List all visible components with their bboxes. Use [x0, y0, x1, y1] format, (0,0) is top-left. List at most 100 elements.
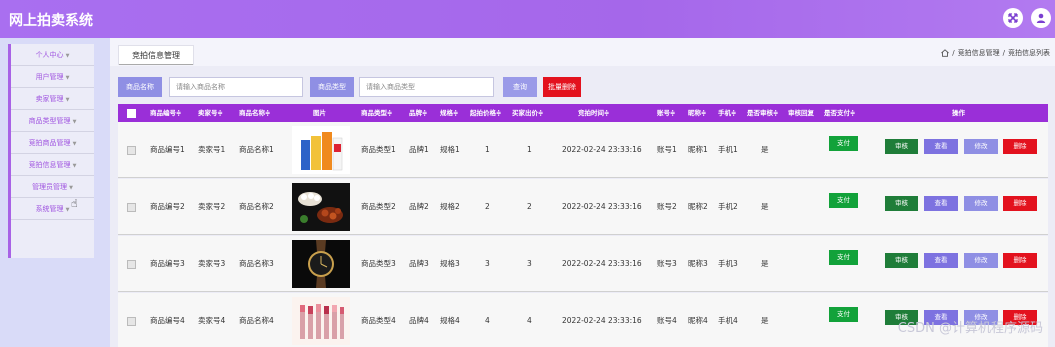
row-checkbox[interactable] [127, 317, 136, 326]
batch-delete-button[interactable]: 批量删除 [543, 77, 581, 97]
cell-bid-time: 2022-02-24 23:33:16 [562, 145, 642, 154]
sort-icon: ≑ [387, 109, 393, 117]
sort-icon: ≑ [850, 109, 856, 117]
cell-seller-bid: 1 [527, 145, 532, 154]
user-icon[interactable] [1031, 8, 1051, 28]
select-all-checkbox[interactable] [127, 109, 136, 118]
home-icon[interactable] [941, 49, 950, 57]
table-row: 商品编号2 卖家号2 商品名称2 商品类型2 品牌2 规格2 2 2 2022-… [118, 179, 1048, 235]
header-paid[interactable]: 是否支付≑ [824, 104, 855, 122]
sidebar-item-auction-products[interactable]: 竞拍商品管理 ▼ [11, 132, 94, 154]
cell-seller-bid: 2 [527, 202, 532, 211]
cell-audited: 是 [761, 145, 769, 154]
header-nickname[interactable]: 昵称≑ [688, 104, 706, 122]
header-bid-time[interactable]: 竞拍时间≑ [578, 104, 609, 122]
chevron-down-icon: ▼ [65, 97, 70, 103]
pay-button[interactable]: 支付 [829, 193, 858, 208]
header-product-no[interactable]: 商品编号≑ [150, 104, 181, 122]
header-label: 品牌 [409, 109, 422, 117]
chevron-down-icon: ▼ [72, 163, 77, 169]
delete-button[interactable]: 删除 [1003, 253, 1037, 268]
cell-nickname: 昵称3 [688, 259, 708, 268]
chevron-down-icon: ▼ [69, 185, 73, 191]
breadcrumb-level1[interactable]: 竞拍信息管理 [958, 48, 1000, 58]
header-label: 卖家号 [198, 109, 218, 117]
pay-button[interactable]: 支付 [829, 307, 858, 322]
product-image [292, 126, 350, 174]
sidebar-item-system[interactable]: 系统管理 ▼ [11, 198, 94, 220]
row-checkbox[interactable] [127, 146, 136, 155]
cell-start-price: 4 [485, 316, 490, 325]
header-phone[interactable]: 手机≑ [718, 104, 736, 122]
edit-button[interactable]: 修改 [964, 196, 998, 211]
sidebar-item-sellers[interactable]: 卖家管理 ▼ [11, 88, 94, 110]
pay-button[interactable]: 支付 [829, 136, 858, 151]
expand-icon[interactable] [1003, 8, 1023, 28]
view-button[interactable]: 查看 [924, 196, 958, 211]
audit-button[interactable]: 审核 [885, 253, 918, 268]
header-label: 手机 [718, 109, 731, 117]
tab-auction-info[interactable]: 竞拍信息管理 [118, 45, 194, 65]
sidebar-item-product-types[interactable]: 商品类型管理 ▼ [11, 110, 94, 132]
sort-icon: ≑ [701, 109, 707, 117]
table-row: 商品编号1 卖家号1 商品名称1 商品类型1 品牌1 规格1 1 1 2022-… [118, 122, 1048, 178]
header-spec[interactable]: 规格≑ [440, 104, 458, 122]
header-seller-no[interactable]: 卖家号≑ [198, 104, 223, 122]
view-button[interactable]: 查看 [924, 253, 958, 268]
sidebar-item-personal-center[interactable]: 个人中心 ▼ [11, 44, 94, 66]
product-name-input[interactable]: 请输入商品名称 [169, 77, 303, 97]
row-checkbox[interactable] [127, 260, 136, 269]
cell-seller-bid: 3 [527, 259, 532, 268]
edit-button[interactable]: 修改 [964, 139, 998, 154]
header-brand[interactable]: 品牌≑ [409, 104, 427, 122]
cell-start-price: 1 [485, 145, 490, 154]
expand-icon-glyph [1008, 13, 1018, 23]
sidebar: 个人中心 ▼ 用户管理 ▼ 卖家管理 ▼ 商品类型管理 ▼ 竞拍商品管理 ▼ 竞拍信息管理… [0, 38, 110, 347]
chevron-down-icon: ▼ [72, 141, 77, 147]
sidebar-item-auction-info[interactable]: 竞拍信息管理 ▼ [11, 154, 94, 176]
sidebar-item-admins[interactable]: 管理员管理 ▼ [11, 176, 94, 198]
cell-bid-time: 2022-02-24 23:33:16 [562, 259, 642, 268]
search-bar: 商品名称 请输入商品名称 商品类型 请输入商品类型 查询 批量删除 [118, 77, 1048, 97]
header-account[interactable]: 账号≑ [657, 104, 675, 122]
row-checkbox[interactable] [127, 203, 136, 212]
cell-phone: 手机2 [718, 202, 738, 211]
header-image: 图片 [313, 109, 326, 117]
cell-brand: 品牌1 [409, 145, 429, 154]
pay-button[interactable]: 支付 [829, 250, 858, 265]
cell-product-name: 商品名称4 [239, 316, 274, 325]
header-label: 规格 [440, 109, 453, 117]
cell-account: 账号4 [657, 316, 677, 325]
cell-spec: 规格3 [440, 259, 460, 268]
watermark: CSDN @计算机程序源码 [897, 321, 1043, 336]
product-image [292, 183, 350, 231]
header-label: 账号 [657, 109, 670, 117]
header-audit-reply: 审核回复 [788, 109, 814, 117]
cell-seller-no: 卖家号4 [198, 316, 226, 325]
cell-brand: 品牌2 [409, 202, 429, 211]
sidebar-menu: 个人中心 ▼ 用户管理 ▼ 卖家管理 ▼ 商品类型管理 ▼ 竞拍商品管理 ▼ 竞拍信息管理… [8, 44, 94, 258]
header-audited[interactable]: 是否审核≑ [747, 104, 778, 122]
query-button[interactable]: 查询 [503, 77, 537, 97]
cell-spec: 规格2 [440, 202, 460, 211]
sort-icon: ≑ [604, 109, 610, 117]
sidebar-item-label: 系统管理 [35, 205, 64, 213]
product-type-input[interactable]: 请输入商品类型 [359, 77, 494, 97]
header-product-name[interactable]: 商品名称≑ [239, 104, 270, 122]
audit-button[interactable]: 审核 [885, 139, 918, 154]
edit-button[interactable]: 修改 [964, 253, 998, 268]
audit-button[interactable]: 审核 [885, 196, 918, 211]
chevron-down-icon: ▼ [65, 53, 70, 59]
header-start-price[interactable]: 起拍价格≑ [470, 104, 501, 122]
header-seller-bid[interactable]: 买家出价≑ [512, 104, 543, 122]
sidebar-item-users[interactable]: 用户管理 ▼ [11, 66, 94, 88]
view-button[interactable]: 查看 [924, 139, 958, 154]
cell-spec: 规格1 [440, 145, 460, 154]
table-row: 商品编号3 卖家号3 商品名称3 商品类型3 品牌3 规格3 3 3 2022-… [118, 236, 1048, 292]
header-product-type[interactable]: 商品类型≑ [361, 104, 392, 122]
delete-button[interactable]: 删除 [1003, 139, 1037, 154]
delete-button[interactable]: 删除 [1003, 196, 1037, 211]
sidebar-item-label: 商品类型管理 [28, 117, 71, 125]
chevron-down-icon: ▼ [65, 207, 70, 213]
cell-product-type: 商品类型4 [361, 316, 396, 325]
